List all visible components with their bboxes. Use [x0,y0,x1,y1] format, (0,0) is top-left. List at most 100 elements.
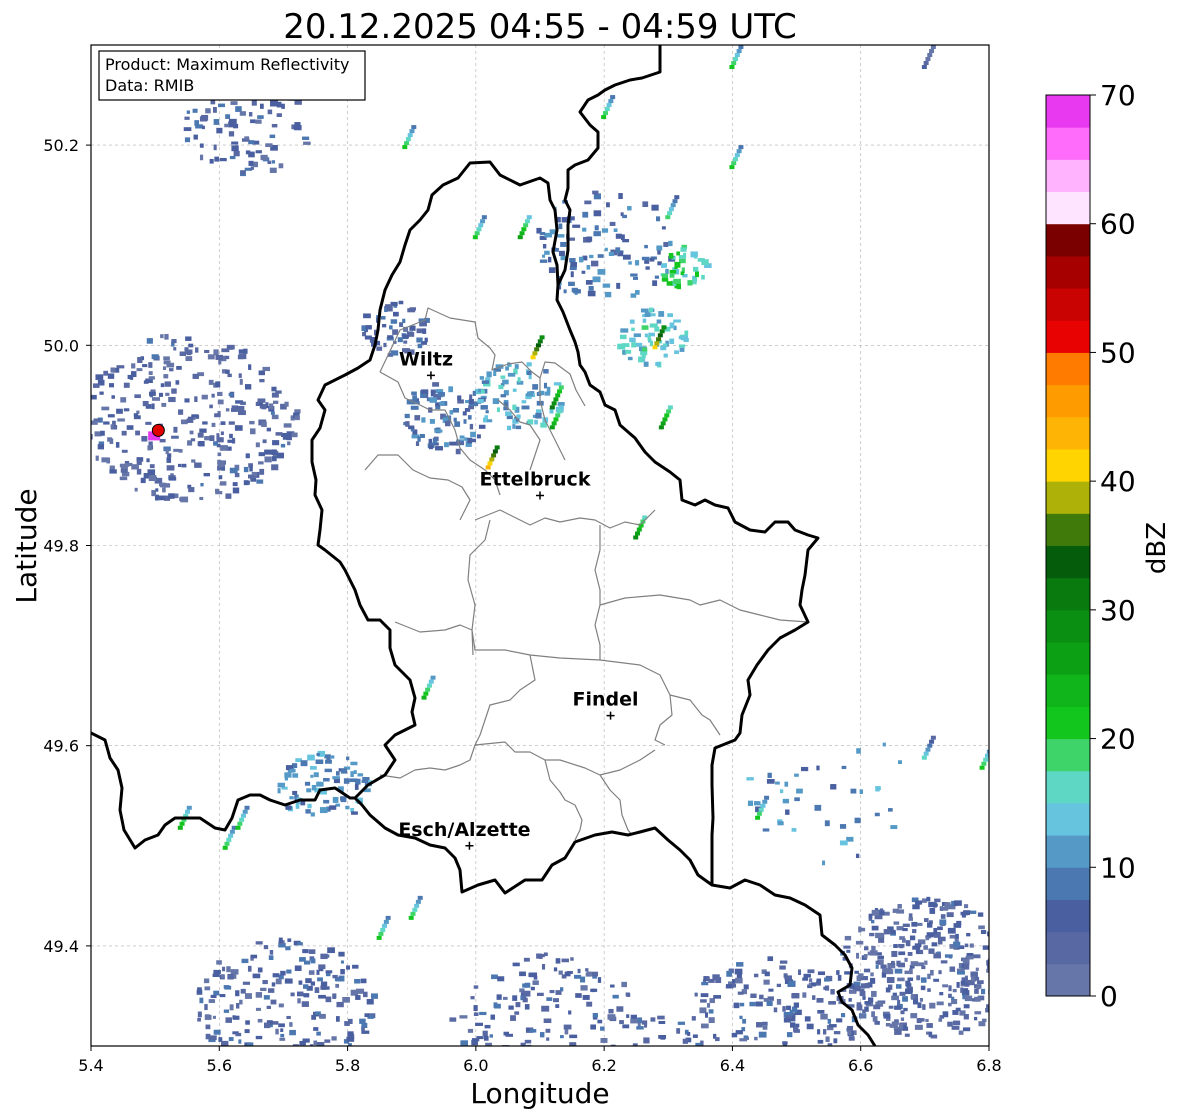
echo-pixel [1001,983,1008,988]
echo-pixel [631,342,637,348]
echo-pixel [213,1029,221,1035]
echo-streak-pixel [756,811,762,816]
echo-pixel [276,101,282,108]
echo-pixel [261,421,267,427]
echo-pixel [715,1037,720,1042]
echo-pixel [289,768,296,773]
echo-pixel [159,438,166,443]
echo-pixel [617,1050,620,1053]
echo-streak-pixel [430,675,436,680]
echo-pixel [589,254,594,259]
echo-pixel [275,978,282,985]
echo-pixel [997,930,1005,934]
echo-pixel [568,1049,576,1053]
echo-pixel [225,408,230,412]
echo-pixel [343,778,350,784]
echo-pixel [255,119,262,124]
echo-pixel [904,957,908,962]
echo-pixel [568,1010,572,1015]
echo-streak-pixel [930,45,936,50]
echo-pixel [692,266,699,272]
echo-streak-pixel [376,935,382,940]
echo-pixel [228,392,234,396]
echo-pixel [258,370,265,376]
echo-pixel [304,781,311,786]
echo-pixel [133,413,139,417]
echo-pixel [311,784,317,791]
echo-pixel [267,160,272,165]
echo-pixel [263,1051,267,1055]
echo-pixel [194,120,200,126]
echo-pixel [593,231,601,237]
echo-pixel [294,965,302,971]
echo-pixel [316,969,320,975]
echo-pixel [508,1112,512,1117]
echo-streak-pixel [476,227,482,232]
echo-pixel [1008,958,1016,963]
echo-pixel [669,272,675,278]
echo-pixel [679,347,685,352]
echo-streak-pixel [472,235,478,240]
echo-pixel [243,466,249,473]
echo-pixel [822,860,826,866]
echo-pixel [259,1067,263,1072]
echo-pixel [584,200,592,205]
echo-pixel [916,922,923,926]
echo-pixel [345,805,350,810]
echo-pixel [709,998,715,1004]
echo-pixel [631,327,635,331]
echo-pixel [197,432,204,438]
echo-pixel [298,1053,301,1057]
echo-pixel [310,958,316,964]
echo-pixel [875,964,879,969]
echo-pixel [282,1067,289,1071]
echo-pixel [629,319,635,324]
echo-streak-pixel [553,417,559,422]
echo-pixel [363,313,371,319]
echo-pixel [970,971,978,977]
echo-pixel [791,828,797,832]
echo-pixel [522,990,531,997]
echo-streak-pixel [539,335,545,340]
echo-pixel [165,449,169,455]
echo-streak-pixel [657,333,663,338]
y-tick-label: 49.6 [43,737,79,756]
echo-pixel [284,777,289,781]
echo-pixel [657,1015,665,1020]
echo-pixel [229,346,233,350]
echo-pixel [632,1059,637,1063]
place-label: Esch/Alzette [398,819,530,841]
echo-pixel [231,141,239,145]
echo-pixel [978,925,985,930]
echo-pixel [195,347,199,353]
echo-pixel [171,339,177,344]
echo-pixel [615,247,621,254]
echo-pixel [796,1089,801,1094]
echo-pixel [289,1022,293,1027]
echo-pixel [290,992,295,997]
echo-pixel [550,1058,554,1063]
echo-pixel [318,964,326,970]
echo-pixel [302,136,310,140]
echo-pixel [199,496,204,501]
echo-pixel [286,1051,294,1055]
echo-pixel [553,998,559,1003]
echo-pixel [597,254,604,258]
echo-pixel [479,1011,487,1016]
echo-pixel [875,932,883,939]
echo-pixel [534,419,538,425]
echo-pixel [619,334,627,340]
echo-pixel [897,999,901,1006]
echo-pixel [271,464,279,471]
echo-pixel [277,782,285,788]
echo-pixel [215,354,224,360]
echo-pixel [925,1018,929,1023]
echo-pixel [875,960,880,965]
echo-pixel [561,958,569,963]
echo-streak-pixel [179,821,185,826]
echo-pixel [541,1005,550,1012]
echo-streak-pixel [729,165,735,170]
echo-pixel [914,943,922,948]
colorbar-segment [1046,642,1090,675]
echo-pixel [962,1027,971,1032]
